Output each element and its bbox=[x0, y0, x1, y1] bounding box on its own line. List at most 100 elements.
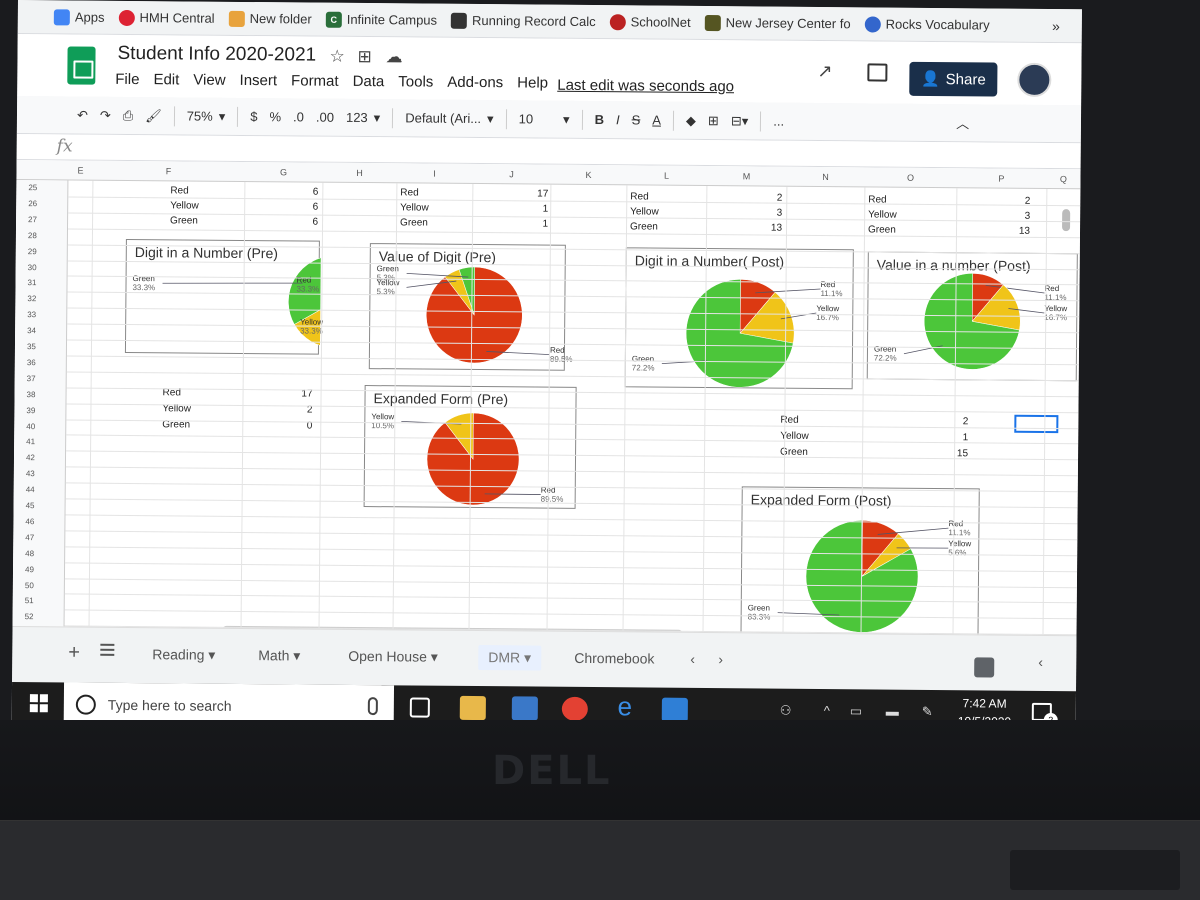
bookmarks-more-button[interactable]: » bbox=[1052, 18, 1082, 34]
task-view-icon[interactable] bbox=[409, 697, 430, 718]
cell-j27[interactable]: 1 bbox=[508, 218, 548, 230]
all-sheets-icon[interactable] bbox=[100, 643, 115, 656]
cell-g26[interactable]: 6 bbox=[278, 201, 319, 213]
row-header[interactable]: 47 bbox=[13, 533, 65, 542]
row-header[interactable]: 52 bbox=[13, 612, 65, 621]
scroll-left-icon[interactable]: ‹ bbox=[690, 651, 695, 667]
row-header[interactable]: 51 bbox=[13, 596, 65, 605]
tab-dmr[interactable]: DMR ▾ bbox=[478, 645, 542, 671]
tab-chromebook[interactable]: Chromebook bbox=[574, 650, 654, 667]
column-header[interactable]: J bbox=[472, 169, 550, 180]
cell-j25[interactable]: 17 bbox=[508, 188, 548, 200]
bookmark-running-record[interactable]: Running Record Calc bbox=[451, 12, 596, 29]
row-header[interactable]: 42 bbox=[14, 453, 66, 462]
row-header[interactable]: 41 bbox=[14, 437, 66, 446]
side-panel-chevron-icon[interactable]: ‹ bbox=[1038, 654, 1043, 670]
redo-icon[interactable]: ↷ bbox=[100, 107, 111, 123]
column-header[interactable]: F bbox=[92, 166, 244, 177]
row-header[interactable]: 32 bbox=[15, 294, 67, 303]
column-header[interactable]: E bbox=[68, 165, 92, 176]
bookmark-apps[interactable]: Apps bbox=[53, 8, 105, 25]
menu-format[interactable]: Format bbox=[291, 72, 339, 89]
decrease-decimal-button[interactable]: .0 bbox=[293, 109, 304, 124]
row-header[interactable]: 39 bbox=[14, 406, 66, 415]
zoom-select[interactable]: 75% ▾ bbox=[187, 108, 226, 124]
column-header[interactable]: N bbox=[786, 172, 864, 183]
cell-f27[interactable]: Green bbox=[170, 215, 198, 226]
row-header[interactable]: 49 bbox=[13, 565, 65, 574]
add-sheet-button[interactable]: + bbox=[68, 641, 80, 664]
column-header[interactable]: L bbox=[626, 170, 706, 181]
cell-f25[interactable]: Red bbox=[170, 185, 188, 196]
row-header[interactable]: 33 bbox=[15, 310, 67, 319]
pen-icon[interactable]: ✎ bbox=[922, 704, 933, 720]
italic-button[interactable]: I bbox=[616, 112, 620, 127]
row-header[interactable]: 37 bbox=[15, 374, 67, 383]
row-header[interactable]: 25 bbox=[16, 183, 68, 192]
column-header[interactable]: P bbox=[956, 173, 1046, 184]
row-header[interactable]: 48 bbox=[13, 549, 65, 558]
text-color-button[interactable]: A bbox=[652, 113, 661, 128]
network-icon[interactable]: ▭ bbox=[850, 703, 862, 719]
avatar[interactable] bbox=[1017, 62, 1052, 98]
paint-format-icon[interactable]: 🖌 bbox=[145, 108, 162, 124]
pie-chart[interactable]: Digit in a Number( Post) Red 11.1% Yellow 16… bbox=[624, 247, 854, 390]
bookmark-nj-center[interactable]: New Jersey Center fo bbox=[704, 14, 851, 31]
row-header[interactable]: 40 bbox=[14, 421, 66, 431]
row-header[interactable]: 35 bbox=[15, 342, 67, 351]
pie-chart[interactable]: Digit in a Number (Pre) Red 33.3% Yellow 33.… bbox=[124, 238, 323, 355]
cell-p27[interactable]: 13 bbox=[990, 225, 1030, 237]
battery-icon[interactable]: ▬ bbox=[886, 704, 899, 719]
comments-icon[interactable] bbox=[867, 63, 888, 82]
scroll-right-icon[interactable]: › bbox=[718, 651, 723, 667]
cell-g25[interactable]: 6 bbox=[278, 186, 319, 198]
store-icon[interactable] bbox=[511, 696, 538, 721]
tab-reading[interactable]: Reading ▾ bbox=[152, 646, 215, 664]
bookmark-rocks[interactable]: Rocks Vocabulary bbox=[864, 15, 990, 33]
merge-cells-icon[interactable]: ⊟▾ bbox=[731, 113, 749, 129]
row-header[interactable]: 26 bbox=[16, 199, 68, 208]
row-header[interactable]: 31 bbox=[15, 278, 67, 287]
column-header[interactable]: I bbox=[396, 168, 472, 179]
row-header[interactable]: 27 bbox=[16, 215, 68, 224]
menu-data[interactable]: Data bbox=[353, 73, 385, 90]
bookmark-schoolnet[interactable]: SchoolNet bbox=[609, 13, 691, 31]
cell-m27[interactable]: 13 bbox=[742, 222, 782, 234]
column-header[interactable]: K bbox=[550, 170, 626, 181]
cell-l26[interactable]: Yellow bbox=[630, 206, 659, 217]
row-header[interactable]: 46 bbox=[13, 517, 65, 526]
more-toolbar-button[interactable]: ... bbox=[773, 114, 784, 129]
cell-l27[interactable]: Green bbox=[630, 221, 658, 232]
cloud-status-icon[interactable]: ☁ bbox=[385, 47, 402, 67]
doc-title[interactable]: Student Info 2020-2021 bbox=[117, 43, 316, 67]
tab-math[interactable]: Math ▾ bbox=[258, 647, 300, 664]
undo-icon[interactable]: ↶ bbox=[77, 107, 88, 123]
share-button[interactable]: 👤 Share bbox=[909, 61, 998, 97]
last-edit-link[interactable]: Last edit was seconds ago bbox=[557, 77, 734, 96]
row-header[interactable]: 28 bbox=[16, 231, 68, 240]
cell-m26[interactable]: 3 bbox=[742, 207, 783, 219]
menu-help[interactable]: Help bbox=[517, 74, 548, 91]
column-header[interactable]: M bbox=[706, 171, 786, 182]
row-header[interactable]: 30 bbox=[16, 262, 68, 272]
move-icon[interactable]: ⊞ bbox=[357, 47, 371, 67]
menu-edit[interactable]: Edit bbox=[153, 71, 179, 88]
increase-decimal-button[interactable]: .00 bbox=[316, 110, 334, 125]
cell-i26[interactable]: Yellow bbox=[400, 202, 429, 213]
currency-button[interactable]: $ bbox=[250, 109, 257, 124]
cell-f26[interactable]: Yellow bbox=[170, 200, 199, 211]
bookmark-new-folder[interactable]: New folder bbox=[228, 10, 312, 27]
cell-i27[interactable]: Green bbox=[400, 217, 428, 228]
bookmark-hmh[interactable]: HMH Central bbox=[118, 9, 215, 26]
cell-i25[interactable]: Red bbox=[400, 187, 418, 198]
menu-view[interactable]: View bbox=[193, 72, 225, 89]
windows-start-icon[interactable] bbox=[29, 694, 48, 713]
menu-addons[interactable]: Add-ons bbox=[447, 74, 503, 91]
column-header[interactable]: H bbox=[322, 168, 396, 179]
column-header[interactable]: O bbox=[864, 172, 956, 183]
percent-button[interactable]: % bbox=[269, 109, 281, 124]
collapse-chevron-icon[interactable]: ︿ bbox=[956, 113, 969, 132]
cell-g27[interactable]: 6 bbox=[278, 216, 318, 228]
activity-trend-icon[interactable]: ↗ bbox=[817, 61, 832, 82]
row-header[interactable]: 44 bbox=[14, 485, 66, 494]
